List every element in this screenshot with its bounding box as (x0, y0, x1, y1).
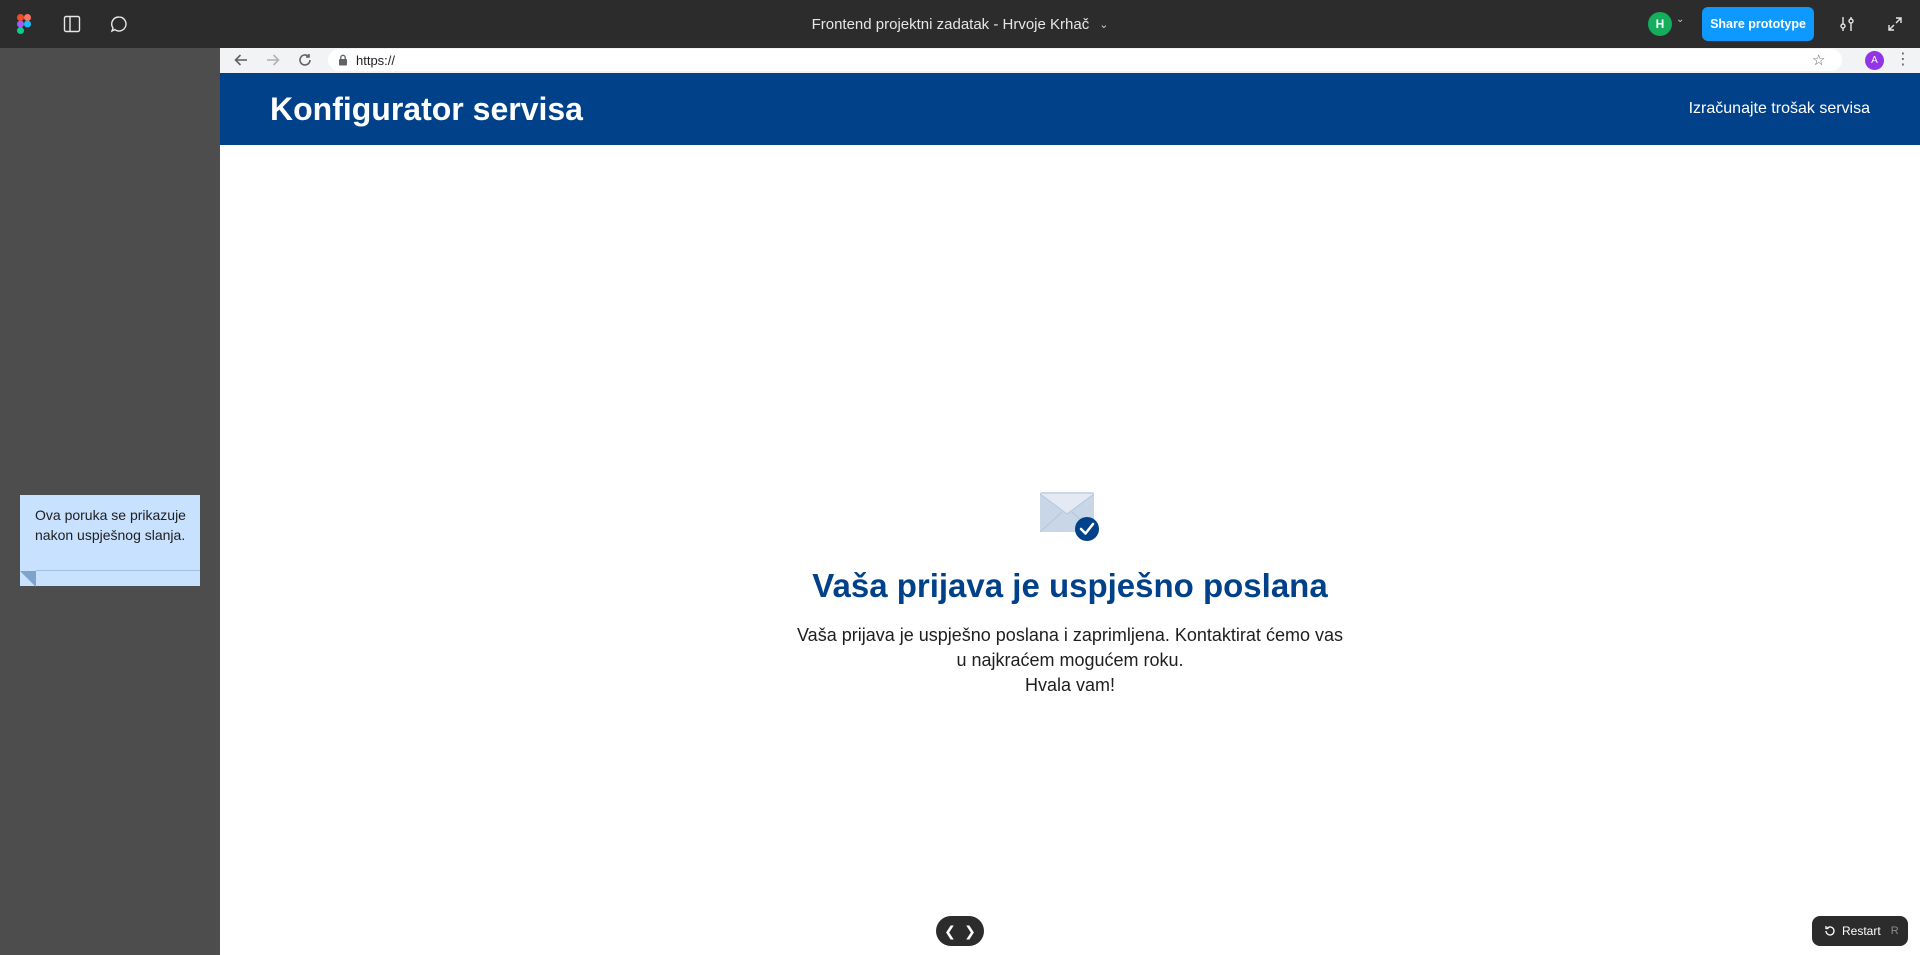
sticky-note-fold (20, 571, 36, 587)
url-field[interactable]: https:// (328, 49, 1842, 71)
site-title[interactable]: Konfigurator servisa (270, 73, 583, 145)
sticky-note: Ova poruka se prikazuje nakon uspješnog … (20, 495, 200, 587)
settings-sliders-icon[interactable] (1835, 12, 1859, 36)
reload-icon[interactable] (296, 51, 314, 69)
browser-frame: https:// ☆ A ⋮ Konfigurator servisa Izra… (220, 48, 1920, 955)
sticky-note-divider (36, 570, 200, 571)
success-message-line: Hvala vam! (1024, 675, 1116, 695)
success-message-line: Vaša prijava je uspješno poslana i zapri… (797, 625, 1343, 645)
sidebar-toggle-icon[interactable] (60, 12, 84, 36)
site-header: Konfigurator servisa Izračunajte trošak … (220, 73, 1920, 145)
success-message-line: u najkraćem mogućem roku. (956, 650, 1184, 670)
restart-label: Restart (1842, 924, 1881, 938)
restart-shortcut: R (1890, 925, 1899, 937)
prev-arrow-icon[interactable]: ❮ (941, 923, 959, 940)
success-content: Vaša prijava je uspješno poslana Vaša pr… (220, 145, 1920, 955)
forward-arrow-icon[interactable] (264, 51, 282, 69)
bookmark-star-icon[interactable]: ☆ (1812, 51, 1825, 69)
profile-avatar[interactable]: A (1865, 51, 1884, 70)
next-arrow-icon[interactable]: ❯ (961, 923, 979, 940)
mail-check-icon (1039, 492, 1100, 542)
restart-button[interactable]: Restart R (1812, 916, 1908, 946)
url-text: https:// (356, 52, 396, 68)
figma-toolbar: Frontend projektni zadatak - Hrvoje Krha… (0, 0, 1920, 48)
lock-icon (339, 54, 347, 66)
file-title[interactable]: Frontend projektni zadatak - Hrvoje Krha… (812, 0, 1109, 48)
avatar[interactable]: H (1648, 12, 1672, 36)
browser-menu-icon[interactable]: ⋮ (1895, 49, 1911, 69)
restart-icon (1825, 926, 1835, 936)
figma-logo-icon[interactable] (12, 12, 36, 36)
expand-icon[interactable] (1883, 12, 1907, 36)
success-message: Vaša prijava je uspješno poslana i zapri… (220, 623, 1920, 698)
chevron-down-icon: ⌄ (1099, 18, 1109, 31)
share-prototype-button[interactable]: Share prototype (1702, 7, 1814, 41)
comment-icon[interactable] (107, 12, 131, 36)
address-bar: https:// ☆ A ⋮ (220, 48, 1920, 73)
back-arrow-icon[interactable] (232, 51, 250, 69)
file-title-text: Frontend projektni zadatak - Hrvoje Krha… (811, 15, 1090, 33)
sticky-note-text: Ova poruka se prikazuje nakon uspješnog … (35, 507, 186, 543)
cost-calculator-link[interactable]: Izračunajte trošak servisa (1689, 73, 1870, 145)
prototype-navigation: ❮ ❯ (936, 916, 984, 946)
success-headline: Vaša prijava je uspješno poslana (812, 567, 1328, 604)
chevron-down-icon[interactable]: ⌄ (1676, 14, 1684, 25)
